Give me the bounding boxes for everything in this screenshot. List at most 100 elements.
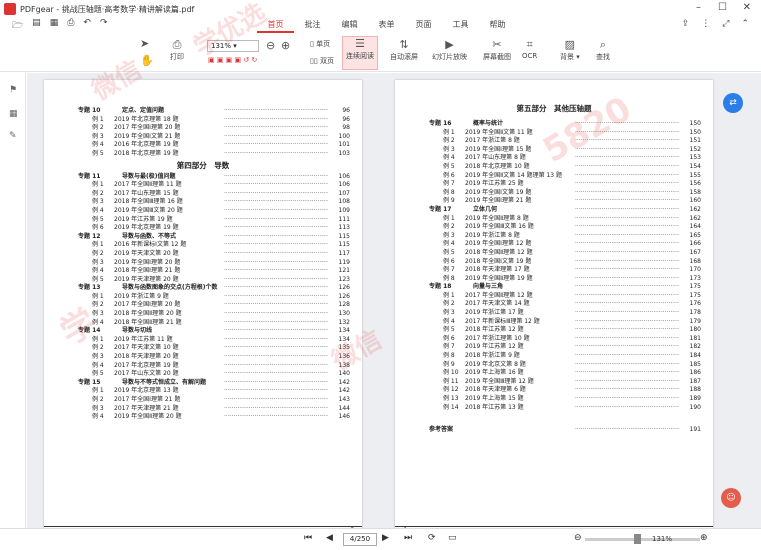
prev-page-icon[interactable]: ◀ xyxy=(326,533,333,543)
auto-scroll-button[interactable]: ⇅ 自动滚屏 xyxy=(390,38,418,62)
toc-item-row[interactable]: 例 3 2018 年天津理第 20 题 ······················… xyxy=(44,353,362,362)
menu-tab[interactable]: 工具 xyxy=(442,18,479,33)
toc-item-row[interactable]: 例 1 2019 年全国Ⅱ理第 8 题 ······················… xyxy=(395,215,713,224)
toc-item-row[interactable]: 例 6 2019 年北京理第 19 题 ······················… xyxy=(44,224,362,233)
search-button[interactable]: ⌕ 查找 xyxy=(596,38,610,62)
toc-item-row[interactable]: 例 5 2018 年北京理第 19 题 ······················… xyxy=(44,150,362,159)
toc-item-row[interactable]: 例 4 2019 年全国Ⅰ理第 12 题 ·····················… xyxy=(395,240,713,249)
maximize-button[interactable]: ☐ xyxy=(718,2,727,13)
toc-item-row[interactable]: 例 2 2019 年全国Ⅲ文第 16 题 ·····················… xyxy=(395,223,713,232)
background-button[interactable]: ▨ 背景 ▾ xyxy=(560,38,580,62)
page-number-input[interactable]: 4/250 xyxy=(343,533,377,546)
next-page-icon[interactable]: ▶ xyxy=(382,533,389,543)
toc-section-row[interactable]: 专题 16 概率与统计 ······························… xyxy=(395,120,713,129)
toc-item-row[interactable]: 例 2 2019 年天津文第 20 题 ······················… xyxy=(44,250,362,259)
toc-item-row[interactable]: 例 2 2017 年全国Ⅰ理第 20 题 ·····················… xyxy=(44,301,362,310)
toc-item-row[interactable]: 例 5 2017 年山东文第 20 题 ······················… xyxy=(44,370,362,379)
toc-item-row[interactable]: 例 12 2018 年天津理第 6 题 ······················… xyxy=(395,386,713,395)
toc-item-row[interactable]: 例 2 2017 年全国Ⅰ理第 20 题 ·····················… xyxy=(44,124,362,133)
status-zoom-in-icon[interactable]: ⊕ xyxy=(700,533,708,543)
toc-item-row[interactable]: 例 6 2018 年全国Ⅰ文第 19 题 ·····················… xyxy=(395,258,713,267)
slideshow-button[interactable]: ▶ 幻灯片放映 xyxy=(432,38,467,62)
toc-item-row[interactable]: 例 2 2017 年浙江第 8 题 ························… xyxy=(395,137,713,146)
toc-item-row[interactable]: 例 6 2019 年全国Ⅱ文第 14 题理第 13 题 ··············… xyxy=(395,172,713,181)
continuous-reading-button[interactable]: ☰ 连续阅读 xyxy=(342,36,378,70)
zoom-select[interactable]: 131% ▾ xyxy=(207,40,259,52)
toc-item-row[interactable]: 例 1 2019 年北京理第 18 题 ······················… xyxy=(44,116,362,125)
print-small-icon[interactable]: ⎙ xyxy=(67,18,74,34)
toc-item-row[interactable]: 例 4 2017 年新课标Ⅲ理第 12 题 ····················… xyxy=(395,318,713,327)
ocr-button[interactable]: ⌗ OCR xyxy=(522,38,537,60)
toc-section-row[interactable]: 参考答案 ····································… xyxy=(395,426,713,435)
toc-section-row[interactable]: 专题 11 导数与最(极)值问题 ·························… xyxy=(44,173,362,182)
toc-item-row[interactable]: 例 7 2019 年江苏第 25 题 ·······················… xyxy=(395,180,713,189)
toc-item-row[interactable]: 例 5 2018 年江苏第 12 题 ·······················… xyxy=(395,326,713,335)
toc-item-row[interactable]: 例 4 2016 年北京理第 19 题 ······················… xyxy=(44,141,362,150)
share-icon[interactable]: ⇪ xyxy=(682,19,690,29)
undo-icon[interactable]: ↶ xyxy=(83,18,91,34)
document-canvas[interactable]: 专题 10 定点、定值问题 ····························… xyxy=(27,73,761,528)
open-icon[interactable]: 🗁 xyxy=(12,18,23,34)
toc-item-row[interactable]: 例 2 2017 年天津文第 10 题 ······················… xyxy=(44,344,362,353)
comments-icon[interactable]: ✎ xyxy=(9,131,17,141)
print-button[interactable]: ⎙ 打印 xyxy=(170,38,184,62)
toc-section-row[interactable]: 专题 18 向量与三角 ······························… xyxy=(395,283,713,292)
toc-item-row[interactable]: 例 2 2017 年全国Ⅰ理第 21 题 ·····················… xyxy=(44,396,362,405)
save-icon[interactable]: ▤ xyxy=(32,18,41,34)
zoom-in-button[interactable]: ⊕ xyxy=(281,39,290,53)
toc-item-row[interactable]: 例 4 2018 年全国Ⅱ理第 21 题 ·····················… xyxy=(44,319,362,328)
last-page-icon[interactable]: ⏭ xyxy=(404,533,412,543)
toc-item-row[interactable]: 例 10 2019 年上海第 16 题 ······················… xyxy=(395,369,713,378)
toc-item-row[interactable]: 例 5 2019 年江苏第 19 题 ·······················… xyxy=(44,216,362,225)
toc-item-row[interactable]: 例 3 2018 年全国Ⅱ理第 20 题 ·····················… xyxy=(44,310,362,319)
redo-icon[interactable]: ↷ xyxy=(100,18,108,34)
status-zoom-out-icon[interactable]: ⊖ xyxy=(574,533,582,543)
toc-item-row[interactable]: 例 4 2018 年全国Ⅰ理第 21 题 ·····················… xyxy=(44,267,362,276)
toc-item-row[interactable]: 例 3 2019 年全国Ⅰ理第 20 题 ·····················… xyxy=(44,259,362,268)
toc-item-row[interactable]: 例 8 2018 年浙江第 9 题 ························… xyxy=(395,352,713,361)
toc-item-row[interactable]: 例 14 2018 年江苏第 13 题 ······················… xyxy=(395,404,713,413)
menu-tab[interactable]: 批注 xyxy=(294,18,331,33)
menu-tab[interactable]: 页面 xyxy=(405,18,442,33)
first-page-icon[interactable]: ⏮ xyxy=(304,533,312,543)
toc-item-row[interactable]: 例 5 2018 年北京理第 10 题 ······················… xyxy=(395,163,713,172)
toc-item-row[interactable]: 例 4 2017 年北京理第 19 题 ······················… xyxy=(44,362,362,371)
fit-width-icon[interactable]: ▭ xyxy=(448,533,457,543)
toc-item-row[interactable]: 例 9 2019 年北京文第 8 题 ·······················… xyxy=(395,361,713,370)
close-button[interactable]: ✕ xyxy=(743,2,751,13)
toc-item-row[interactable]: 例 5 2019 年天津理第 20 题 ······················… xyxy=(44,276,362,285)
expand-icon[interactable]: ⌃ xyxy=(741,19,749,29)
hand-tool[interactable]: ✋ xyxy=(140,54,154,68)
translate-float-button[interactable]: ⇄ xyxy=(723,93,743,113)
fullscreen-icon[interactable]: ⤢ xyxy=(722,19,729,29)
bookmark-icon[interactable]: ⚑ xyxy=(9,85,17,95)
toc-item-row[interactable]: 例 7 2019 年江苏第 12 题 ·······················… xyxy=(395,343,713,352)
toc-item-row[interactable]: 例 1 2017 年全国Ⅱ理第 11 题 ·····················… xyxy=(44,181,362,190)
toc-item-row[interactable]: 例 8 2019 年全国Ⅱ理第 19 题 ·····················… xyxy=(395,275,713,284)
toc-item-row[interactable]: 例 3 2017 年天津理第 21 题 ······················… xyxy=(44,405,362,414)
toc-item-row[interactable]: 例 9 2019 年全国Ⅰ理第 21 题 ·····················… xyxy=(395,197,713,206)
rotate-icon[interactable]: ⟳ xyxy=(428,533,436,543)
zoom-slider[interactable] xyxy=(585,538,700,541)
toc-item-row[interactable]: 例 5 2018 年全国Ⅱ理第 12 题 ·····················… xyxy=(395,249,713,258)
toc-item-row[interactable]: 例 1 2016 年新课标Ⅰ文第 12 题 ····················… xyxy=(44,241,362,250)
toc-item-row[interactable]: 例 3 2019 年浙江第 17 题 ·······················… xyxy=(395,309,713,318)
toc-section-row[interactable]: 专题 14 导数与切线 ······························… xyxy=(44,327,362,336)
toc-item-row[interactable]: 例 7 2018 年天津理第 17 题 ······················… xyxy=(395,266,713,275)
zoom-slider-knob[interactable] xyxy=(634,534,641,544)
toc-item-row[interactable]: 例 4 2019 年全国Ⅱ理第 20 题 ·····················… xyxy=(44,413,362,422)
minimize-button[interactable]: – xyxy=(696,2,701,13)
thumbnails-icon[interactable]: ▦ xyxy=(9,109,18,119)
menu-tab[interactable]: 首页 xyxy=(257,18,294,33)
screenshot-button[interactable]: ✂ 屏幕截图 xyxy=(483,38,511,62)
toc-item-row[interactable]: 例 3 2018 年全国Ⅲ理第 16 题 ·····················… xyxy=(44,198,362,207)
toc-item-row[interactable]: 例 2 2017 年天津文第 14 题 ······················… xyxy=(395,300,713,309)
save-as-icon[interactable]: ▦ xyxy=(50,18,59,34)
toc-item-row[interactable]: 例 13 2019 年上海第 15 题 ······················… xyxy=(395,395,713,404)
select-tool[interactable]: ➤ xyxy=(140,37,149,51)
menu-tab[interactable]: 帮助 xyxy=(479,18,516,33)
zoom-out-button[interactable]: ⊖ xyxy=(266,39,275,53)
toc-section-row[interactable]: 专题 17 立体几何 ·······························… xyxy=(395,206,713,215)
ai-assistant-float-button[interactable]: ☺ xyxy=(721,488,741,508)
menu-tab[interactable]: 表单 xyxy=(368,18,405,33)
